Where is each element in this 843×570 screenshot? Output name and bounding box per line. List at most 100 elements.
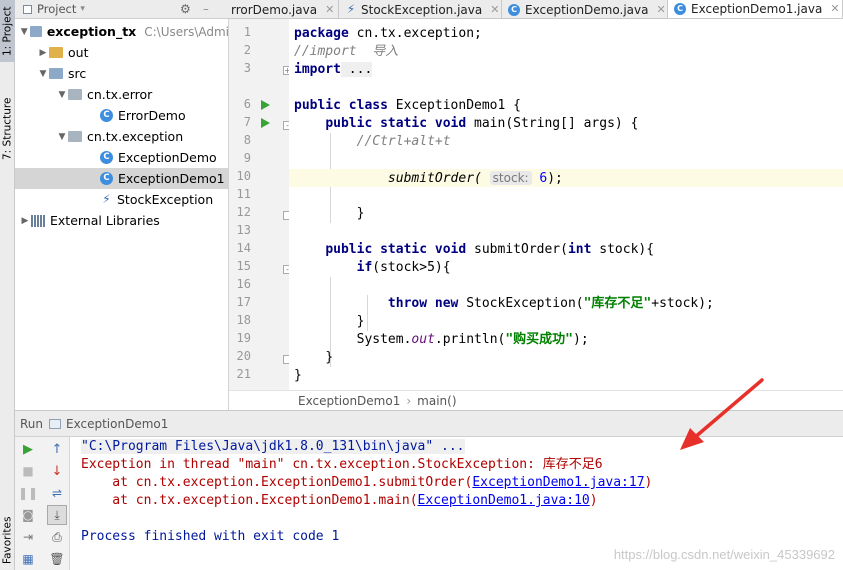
line-number: 15 — [236, 259, 251, 273]
stop-icon[interactable]: ■ — [20, 463, 36, 479]
tab-exceptiondemo[interactable]: C ExceptionDemo.java ✕ — [502, 0, 668, 18]
code-line-21: } — [294, 368, 302, 383]
project-view-icon — [23, 4, 32, 14]
code-editor[interactable]: package cn.tx.exception; //import 导入 imp… — [289, 19, 843, 390]
exit-icon[interactable]: ⇥ — [20, 529, 36, 545]
package-icon — [68, 131, 82, 142]
tree-item-out[interactable]: ▶ out — [15, 42, 229, 63]
arrow-down-icon[interactable]: ↓ — [49, 463, 65, 479]
tree-item-errordemo[interactable]: C ErrorDemo — [15, 105, 229, 126]
line-number: 12 — [236, 205, 251, 219]
runnable-class-icon: C — [100, 151, 113, 164]
line-number: 13 — [236, 223, 251, 237]
project-panel: Project ▾ ⚙ – ▼ exception_tx C:\Users\Ad… — [15, 0, 229, 410]
editor-tab-bar: rrorDemo.java ✕ ⚡ StockException.java ✕ … — [229, 0, 843, 19]
camera-icon[interactable]: ◙ — [20, 507, 36, 523]
annotation-arrow-icon — [680, 378, 764, 450]
code-line-8: //Ctrl+alt+t — [356, 134, 451, 149]
pause-icon[interactable]: ❚❚ — [18, 485, 38, 501]
run-gutter-icon[interactable] — [261, 100, 270, 110]
chevron-down-icon[interactable]: ▼ — [19, 27, 30, 37]
rerun-icon[interactable]: ▶ — [20, 441, 36, 457]
structure-tool-tab[interactable]: 7: Structure — [0, 88, 15, 170]
module-folder-icon — [29, 26, 42, 37]
trash-icon[interactable]: 🗑 — [49, 551, 65, 567]
tab-exceptiondemo1[interactable]: C ExceptionDemo1.java ✕ — [668, 0, 843, 18]
close-icon[interactable]: ✕ — [830, 2, 839, 15]
code-line-20: } — [325, 350, 334, 365]
package-icon — [68, 89, 82, 100]
tree-item-src[interactable]: ▼ src — [15, 63, 229, 84]
console-exception-line: Exception in thread "main" cn.tx.excepti… — [81, 457, 603, 472]
tab-errordemo[interactable]: rrorDemo.java ✕ — [229, 0, 339, 18]
chevron-right-icon[interactable]: ▶ — [19, 216, 31, 226]
line-number: 21 — [236, 367, 251, 381]
breadcrumb-class[interactable]: ExceptionDemo1 — [298, 394, 400, 408]
stack-trace-link[interactable]: ExceptionDemo1.java:17 — [472, 475, 644, 490]
chevron-down-icon[interactable]: ▾ — [80, 4, 85, 14]
arrow-up-icon[interactable]: ↑ — [49, 441, 65, 457]
folder-icon — [49, 47, 63, 58]
breadcrumb-method[interactable]: main() — [417, 394, 456, 408]
line-number: 7 — [243, 115, 251, 129]
runnable-class-icon: C — [100, 172, 113, 185]
chevron-down-icon[interactable]: ▼ — [56, 132, 68, 142]
tab-stockexception[interactable]: ⚡ StockException.java ✕ — [339, 0, 502, 18]
watermark: https://blog.csdn.net/weixin_45339692 — [613, 547, 835, 562]
favorites-tool-tab[interactable]: Favorites — [0, 510, 15, 570]
left-tool-strip: 1: Project 7: Structure Favorites — [0, 0, 15, 570]
exception-class-icon: ⚡ — [346, 2, 356, 16]
scroll-to-end-icon[interactable]: ⤓ — [47, 505, 67, 525]
project-view-selector[interactable]: Project — [37, 2, 76, 16]
project-tool-tab[interactable]: 1: Project — [0, 0, 15, 62]
line-number: 9 — [243, 151, 251, 165]
line-number: 16 — [236, 277, 251, 291]
tree-item-stockexception[interactable]: ⚡ StockException — [15, 189, 229, 210]
code-line-14: public static void submitOrder(int stock… — [325, 242, 655, 257]
tree-item-exceptiondemo[interactable]: C ExceptionDemo — [15, 147, 229, 168]
line-number: 10 — [236, 169, 251, 183]
code-line-3: import ... — [294, 62, 373, 77]
chevron-right-icon[interactable]: ▶ — [37, 48, 49, 58]
close-icon[interactable]: ✕ — [656, 3, 665, 16]
console-stack-line: at cn.tx.exception.ExceptionDemo1.main(E… — [81, 493, 598, 508]
tree-item-external-libraries[interactable]: ▶ External Libraries — [15, 210, 229, 231]
line-number: 1 — [243, 25, 251, 39]
tree-item-exceptiondemo1[interactable]: C ExceptionDemo1 — [15, 168, 229, 189]
line-number: 20 — [236, 349, 251, 363]
parameter-hint: stock: — [489, 171, 532, 185]
soft-wrap-icon[interactable]: ⇌ — [49, 485, 65, 501]
library-icon — [31, 214, 45, 227]
editor-gutter[interactable]: 1 2 3 6 7 8 9 10 11 12 13 14 15 16 17 18… — [229, 19, 292, 390]
line-number: 8 — [243, 133, 251, 147]
stack-trace-link[interactable]: ExceptionDemo1.java:10 — [418, 493, 590, 508]
close-icon[interactable]: ✕ — [325, 3, 334, 16]
code-line-15: if(stock>5){ — [356, 260, 451, 275]
code-line-18: } — [356, 314, 365, 329]
print-icon[interactable]: ⎙ — [49, 529, 65, 545]
run-gutter-icon[interactable] — [261, 118, 270, 128]
project-panel-header[interactable]: Project ▾ ⚙ – — [15, 0, 229, 19]
close-icon[interactable]: ✕ — [490, 3, 499, 16]
layout-icon[interactable]: ▦ — [20, 551, 36, 567]
line-number: 6 — [243, 97, 251, 111]
line-number: 3 — [243, 61, 251, 75]
code-line-17: throw new StockException("库存不足"+stock); — [387, 296, 714, 311]
chevron-down-icon[interactable]: ▼ — [56, 90, 68, 100]
chevron-right-icon: › — [406, 393, 412, 408]
line-number: 17 — [236, 295, 251, 309]
run-config-tab[interactable]: ExceptionDemo1 — [66, 417, 168, 431]
tree-item-package-error[interactable]: ▼ cn.tx.error — [15, 84, 229, 105]
chevron-down-icon[interactable]: ▼ — [37, 69, 49, 79]
hide-panel-icon[interactable]: – — [203, 2, 209, 16]
tree-item-module[interactable]: ▼ exception_tx C:\Users\Admi — [15, 21, 229, 42]
console-command-line: "C:\Program Files\Java\jdk1.8.0_131\bin\… — [81, 439, 465, 454]
line-number: 11 — [236, 187, 251, 201]
line-number: 14 — [236, 241, 251, 255]
tree-item-package-exception[interactable]: ▼ cn.tx.exception — [15, 126, 229, 147]
code-line-12: } — [356, 206, 365, 221]
class-icon: C — [674, 2, 686, 15]
gear-icon[interactable]: ⚙ — [180, 2, 191, 16]
source-folder-icon — [49, 68, 63, 79]
class-icon: C — [508, 3, 520, 16]
